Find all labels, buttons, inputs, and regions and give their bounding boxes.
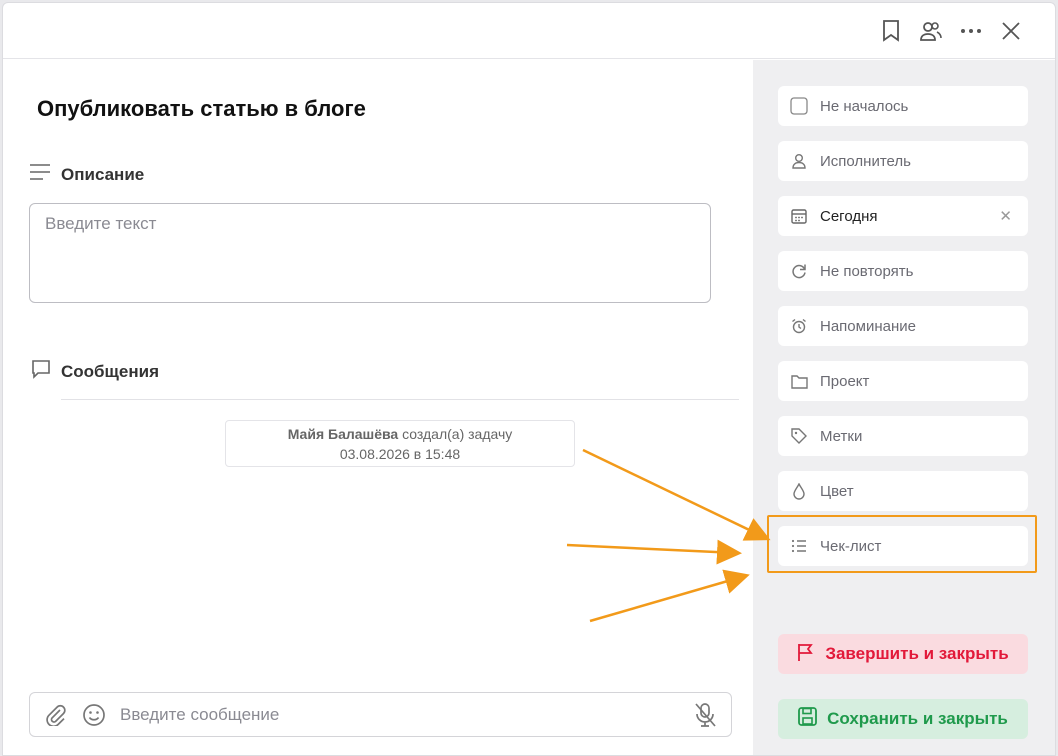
event-datetime: 03.08.2026 в 15:48	[339, 446, 461, 462]
chat-bubble-icon	[31, 359, 51, 384]
finish-and-close-button[interactable]: Завершить и закрыть	[778, 634, 1028, 674]
reminder-label: Напоминание	[820, 317, 916, 335]
reminder-field[interactable]: Напоминание	[778, 306, 1028, 346]
tags-field[interactable]: Метки	[778, 416, 1028, 456]
status-field[interactable]: Не началось	[778, 86, 1028, 126]
message-input[interactable]: Введите сообщение	[120, 705, 691, 725]
event-author: Майя Балашёва	[287, 426, 399, 442]
top-toolbar	[3, 3, 1055, 59]
task-window: Опубликовать статью в блоге Описание Вве…	[2, 2, 1056, 756]
task-main-panel: Опубликовать статью в блоге Описание Вве…	[3, 60, 753, 755]
save-icon	[798, 707, 817, 731]
description-input[interactable]: Введите текст	[29, 203, 711, 303]
bookmark-icon[interactable]	[879, 19, 903, 43]
repeat-label: Не повторять	[820, 262, 914, 280]
text-lines-icon	[29, 163, 51, 186]
checklist-highlight	[767, 515, 1037, 573]
color-label: Цвет	[820, 482, 854, 500]
repeat-icon	[790, 262, 808, 280]
status-label: Не началось	[820, 97, 909, 115]
save-and-close-button[interactable]: Сохранить и закрыть	[778, 699, 1028, 739]
project-field[interactable]: Проект	[778, 361, 1028, 401]
person-icon	[790, 152, 808, 170]
task-sidebar: Не началось Исполнитель Сегодня ✕ Не пов…	[753, 60, 1055, 755]
assignee-field[interactable]: Исполнитель	[778, 141, 1028, 181]
assignee-label: Исполнитель	[820, 152, 911, 170]
description-header: Описание	[29, 163, 144, 186]
checkbox-icon[interactable]	[790, 97, 808, 115]
finish-label: Завершить и закрыть	[825, 644, 1009, 663]
date-field[interactable]: Сегодня ✕	[778, 196, 1028, 236]
messages-label: Сообщения	[61, 361, 159, 381]
divider	[61, 399, 739, 400]
task-title[interactable]: Опубликовать статью в блоге	[37, 96, 366, 122]
color-field[interactable]: Цвет	[778, 471, 1028, 511]
paperclip-icon[interactable]	[42, 701, 70, 729]
flag-icon	[797, 642, 815, 667]
repeat-field[interactable]: Не повторять	[778, 251, 1028, 291]
more-icon[interactable]	[959, 19, 983, 43]
drop-icon	[790, 482, 808, 500]
calendar-icon	[790, 207, 808, 225]
save-label: Сохранить и закрыть	[827, 709, 1008, 728]
emoji-icon[interactable]	[80, 701, 108, 729]
close-icon[interactable]	[999, 19, 1023, 43]
project-label: Проект	[820, 372, 870, 390]
clear-date-icon[interactable]: ✕	[999, 207, 1012, 225]
members-icon[interactable]	[919, 19, 943, 43]
tag-icon	[790, 427, 808, 445]
description-label: Описание	[61, 164, 145, 184]
event-card: Майя Балашёва создал(а) задачу 03.08.202…	[225, 420, 575, 467]
microphone-off-icon[interactable]	[691, 701, 719, 729]
tags-label: Метки	[820, 427, 863, 445]
alarm-clock-icon	[790, 317, 808, 335]
messages-header: Сообщения	[31, 359, 159, 384]
folder-icon	[790, 372, 808, 390]
date-label: Сегодня	[820, 207, 878, 225]
message-composer: Введите сообщение	[29, 692, 732, 737]
event-action: создал(а) задачу	[402, 426, 513, 442]
